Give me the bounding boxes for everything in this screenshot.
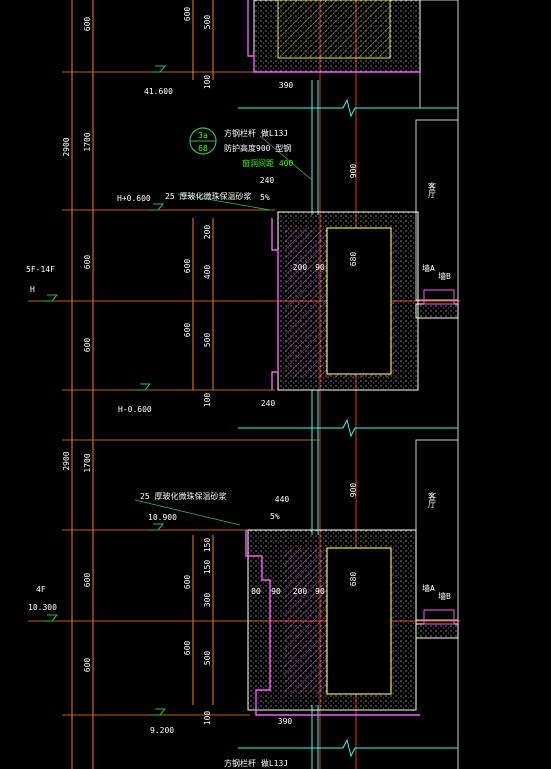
horiz-dim-8: 200 [293, 587, 308, 596]
inner-dim-lower-6: 100 [203, 711, 212, 726]
note-line3: 窗洞间距 400 [242, 158, 293, 168]
level-upper: H [30, 285, 35, 294]
room-label-lower: 客厅 [428, 491, 437, 508]
outer-dim-3: 600 [83, 255, 92, 270]
top-beam [247, 0, 421, 73]
outer-dimension-lines [71, 0, 94, 769]
inner-dim-lower-0: 150 [203, 538, 212, 553]
slope-lower: 5% [270, 512, 280, 521]
horiz-dim-9: 90 [315, 587, 325, 596]
window-dim-1: 680 [349, 252, 358, 267]
note-line2: 防护高度900 型钢 [224, 143, 291, 153]
floor-label-upper: 5F-14F [26, 265, 55, 274]
horiz-dim-10: 390 [278, 717, 293, 726]
bottom-note: 方钢栏杆 做L13J [224, 758, 288, 768]
level-upper-top: H+0.600 [117, 194, 151, 203]
inner-dim-top-0: 600 [183, 7, 192, 22]
inner-dim-lower-5: 500 [203, 651, 212, 666]
window-dim-0: 900 [349, 164, 358, 179]
level-lower: 10.300 [28, 603, 57, 612]
inner-dim-lower-2: 600 [183, 575, 192, 590]
lower-beam [245, 529, 459, 716]
outer-dim-0: 600 [83, 17, 92, 32]
window-dim-2: 900 [349, 483, 358, 498]
inner-dim-lower-4: 600 [183, 641, 192, 656]
inner-dim-upper-4: 500 [203, 333, 212, 348]
level-symbols [42, 65, 167, 716]
floor-label-lower: 4F [36, 585, 46, 594]
room-label-upper: 客厅 [428, 181, 437, 198]
detail-ref-top: 3a [198, 131, 208, 140]
wall-label-b1: 墙A [422, 583, 435, 593]
inner-dim-top-2: 100 [203, 75, 212, 90]
detail-ref-bottom: 68 [198, 144, 208, 153]
horiz-dim-1: 240 [260, 176, 275, 185]
outer-dim-6: 1700 [83, 453, 92, 472]
outer-dim-8: 600 [83, 658, 92, 673]
horiz-dim-7: 90 [271, 587, 281, 596]
finish-note-lower: 25 厚玻化微珠保温砂浆 [140, 491, 226, 501]
inner-dim-upper-5: 100 [203, 393, 212, 408]
inner-dim-upper-0: 200 [203, 225, 212, 240]
horiz-dim-3: 90 [315, 263, 325, 272]
outer-dim-1: 2900 [62, 137, 71, 156]
finish-note-upper: 25 厚玻化微珠保温砂浆 [165, 191, 251, 201]
inner-dim-lower-3: 300 [203, 593, 212, 608]
note-line1: 方钢栏杆 做L13J [224, 128, 288, 138]
window-dim-3: 680 [349, 572, 358, 587]
horiz-dim-2: 200 [293, 263, 308, 272]
horiz-dim-0: 390 [279, 81, 294, 90]
level-top: 41.600 [144, 87, 173, 96]
inner-dim-upper-1: 600 [183, 259, 192, 274]
horiz-dim-6: 80 [251, 587, 261, 596]
cad-section-drawing: 3a 68 方钢栏杆 做L13J 防护高度900 型钢 窗洞间距 400 25 … [26, 0, 460, 769]
level-lower-top: 10.900 [148, 513, 177, 522]
inner-dim-top-1: 500 [203, 15, 212, 30]
slope-upper: 5% [260, 193, 270, 202]
outer-dim-2: 1700 [83, 132, 92, 151]
outer-dim-5: 2900 [62, 451, 71, 470]
outer-dim-7: 600 [83, 573, 92, 588]
level-upper-bottom: H-0.600 [118, 405, 152, 414]
inner-dim-upper-2: 400 [203, 265, 212, 280]
level-lower-bottom: 9.200 [150, 726, 174, 735]
wall-label-a1: 墙A [422, 263, 435, 273]
horiz-dim-4: 240 [261, 399, 276, 408]
inner-dim-upper-3: 600 [183, 323, 192, 338]
horiz-dim-5: 440 [275, 495, 290, 504]
wall-label-a2: 墙B [438, 271, 451, 281]
outer-dim-4: 600 [83, 338, 92, 353]
inner-dim-lower-1: 150 [203, 560, 212, 575]
wall-label-b2: 墙B [438, 591, 451, 601]
